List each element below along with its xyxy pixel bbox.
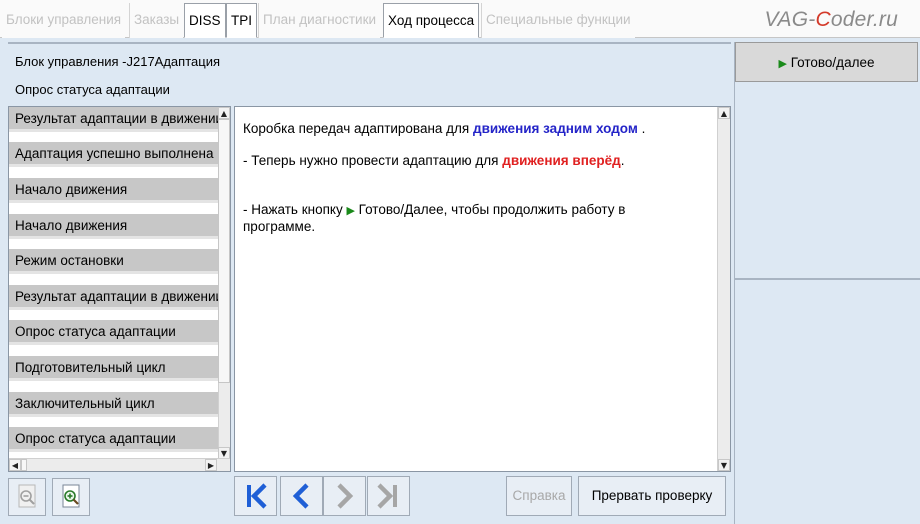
header-panel: Блок управления -J217Адаптация Опрос ста… xyxy=(8,42,731,104)
list-item[interactable]: Заключительный цикл xyxy=(9,392,218,417)
list-item[interactable]: Опрос статуса адаптации xyxy=(9,427,218,452)
help-button[interactable]: Справка xyxy=(506,476,572,516)
scroll-left-icon[interactable]: ◀ xyxy=(9,459,21,471)
zoom-out-icon xyxy=(18,484,36,508)
list-item[interactable]: Начало движения xyxy=(9,178,218,203)
message-paragraph-3: - Нажать кнопку ▶ Готово/Далее, чтобы пр… xyxy=(243,202,626,234)
chevron-right-icon xyxy=(337,483,354,509)
scroll-right-icon[interactable]: ▶ xyxy=(205,459,217,471)
tab-process[interactable]: Ход процесса xyxy=(383,3,480,38)
message-panel: Коробка передач адаптирована для движени… xyxy=(234,106,731,472)
panel-divider xyxy=(735,278,920,280)
message-paragraph-2: - Теперь нужно провести адаптацию для дв… xyxy=(243,153,625,168)
last-step-button[interactable] xyxy=(367,476,410,516)
list-item[interactable]: Результат адаптации в движении xyxy=(9,107,218,132)
list-item[interactable]: Режим остановки xyxy=(9,249,218,274)
play-triangle-icon: ▶ xyxy=(778,57,787,70)
tab-diagnostic-plan[interactable]: План диагностики xyxy=(258,3,381,38)
message-vertical-scrollbar[interactable]: ▲ ▼ xyxy=(717,107,730,471)
site-logo: VAG-Coder.ru xyxy=(764,8,898,31)
first-step-button[interactable] xyxy=(234,476,277,516)
function-title: Опрос статуса адаптации xyxy=(15,82,170,97)
list-hscroll-thumb[interactable] xyxy=(21,459,27,471)
list-horizontal-scrollbar[interactable]: ◀ ▶ xyxy=(9,458,230,471)
message-paragraph-1: Коробка передач адаптирована для движени… xyxy=(243,121,646,136)
steps-list: Результат адаптации в движении Адаптация… xyxy=(8,106,231,472)
list-item[interactable]: Подготовительный цикл xyxy=(9,356,218,381)
control-unit-title: Блок управления -J217Адаптация xyxy=(15,54,220,69)
abort-test-button[interactable]: Прервать проверку xyxy=(578,476,726,516)
skip-last-icon xyxy=(377,483,397,509)
play-triangle-icon: ▶ xyxy=(346,204,355,217)
scroll-up-icon[interactable]: ▲ xyxy=(218,107,230,119)
tab-tpi[interactable]: TPI xyxy=(226,3,258,38)
scroll-down-icon[interactable]: ▼ xyxy=(718,459,730,471)
skip-first-icon xyxy=(247,483,267,509)
next-step-button[interactable] xyxy=(323,476,366,516)
scroll-up-icon[interactable]: ▲ xyxy=(718,107,730,119)
list-item[interactable]: Опрос статуса адаптации xyxy=(9,320,218,345)
tab-bar: Блоки управления Заказы DISS TPI План ди… xyxy=(0,0,920,38)
list-item[interactable]: Результат адаптации в движении xyxy=(9,285,218,310)
list-item[interactable]: Адаптация успешно выполнена xyxy=(9,142,218,167)
done-next-button[interactable]: ▶ Готово/далее xyxy=(735,42,918,82)
list-scroll-thumb[interactable] xyxy=(218,119,230,383)
zoom-out-button[interactable] xyxy=(8,478,46,516)
tab-control-units[interactable]: Блоки управления xyxy=(2,3,126,38)
list-vertical-scrollbar[interactable]: ▲ ▼ xyxy=(218,107,230,459)
tab-diss[interactable]: DISS xyxy=(184,3,226,38)
right-panel: ▶ Готово/далее xyxy=(734,42,920,524)
list-item[interactable]: Начало движения xyxy=(9,214,218,239)
previous-step-button[interactable] xyxy=(280,476,323,516)
zoom-in-icon xyxy=(62,484,80,508)
chevron-left-icon xyxy=(292,483,309,509)
tab-special-functions[interactable]: Специальные функции xyxy=(481,3,635,38)
tab-orders[interactable]: Заказы xyxy=(129,3,184,38)
zoom-in-button[interactable] xyxy=(52,478,90,516)
